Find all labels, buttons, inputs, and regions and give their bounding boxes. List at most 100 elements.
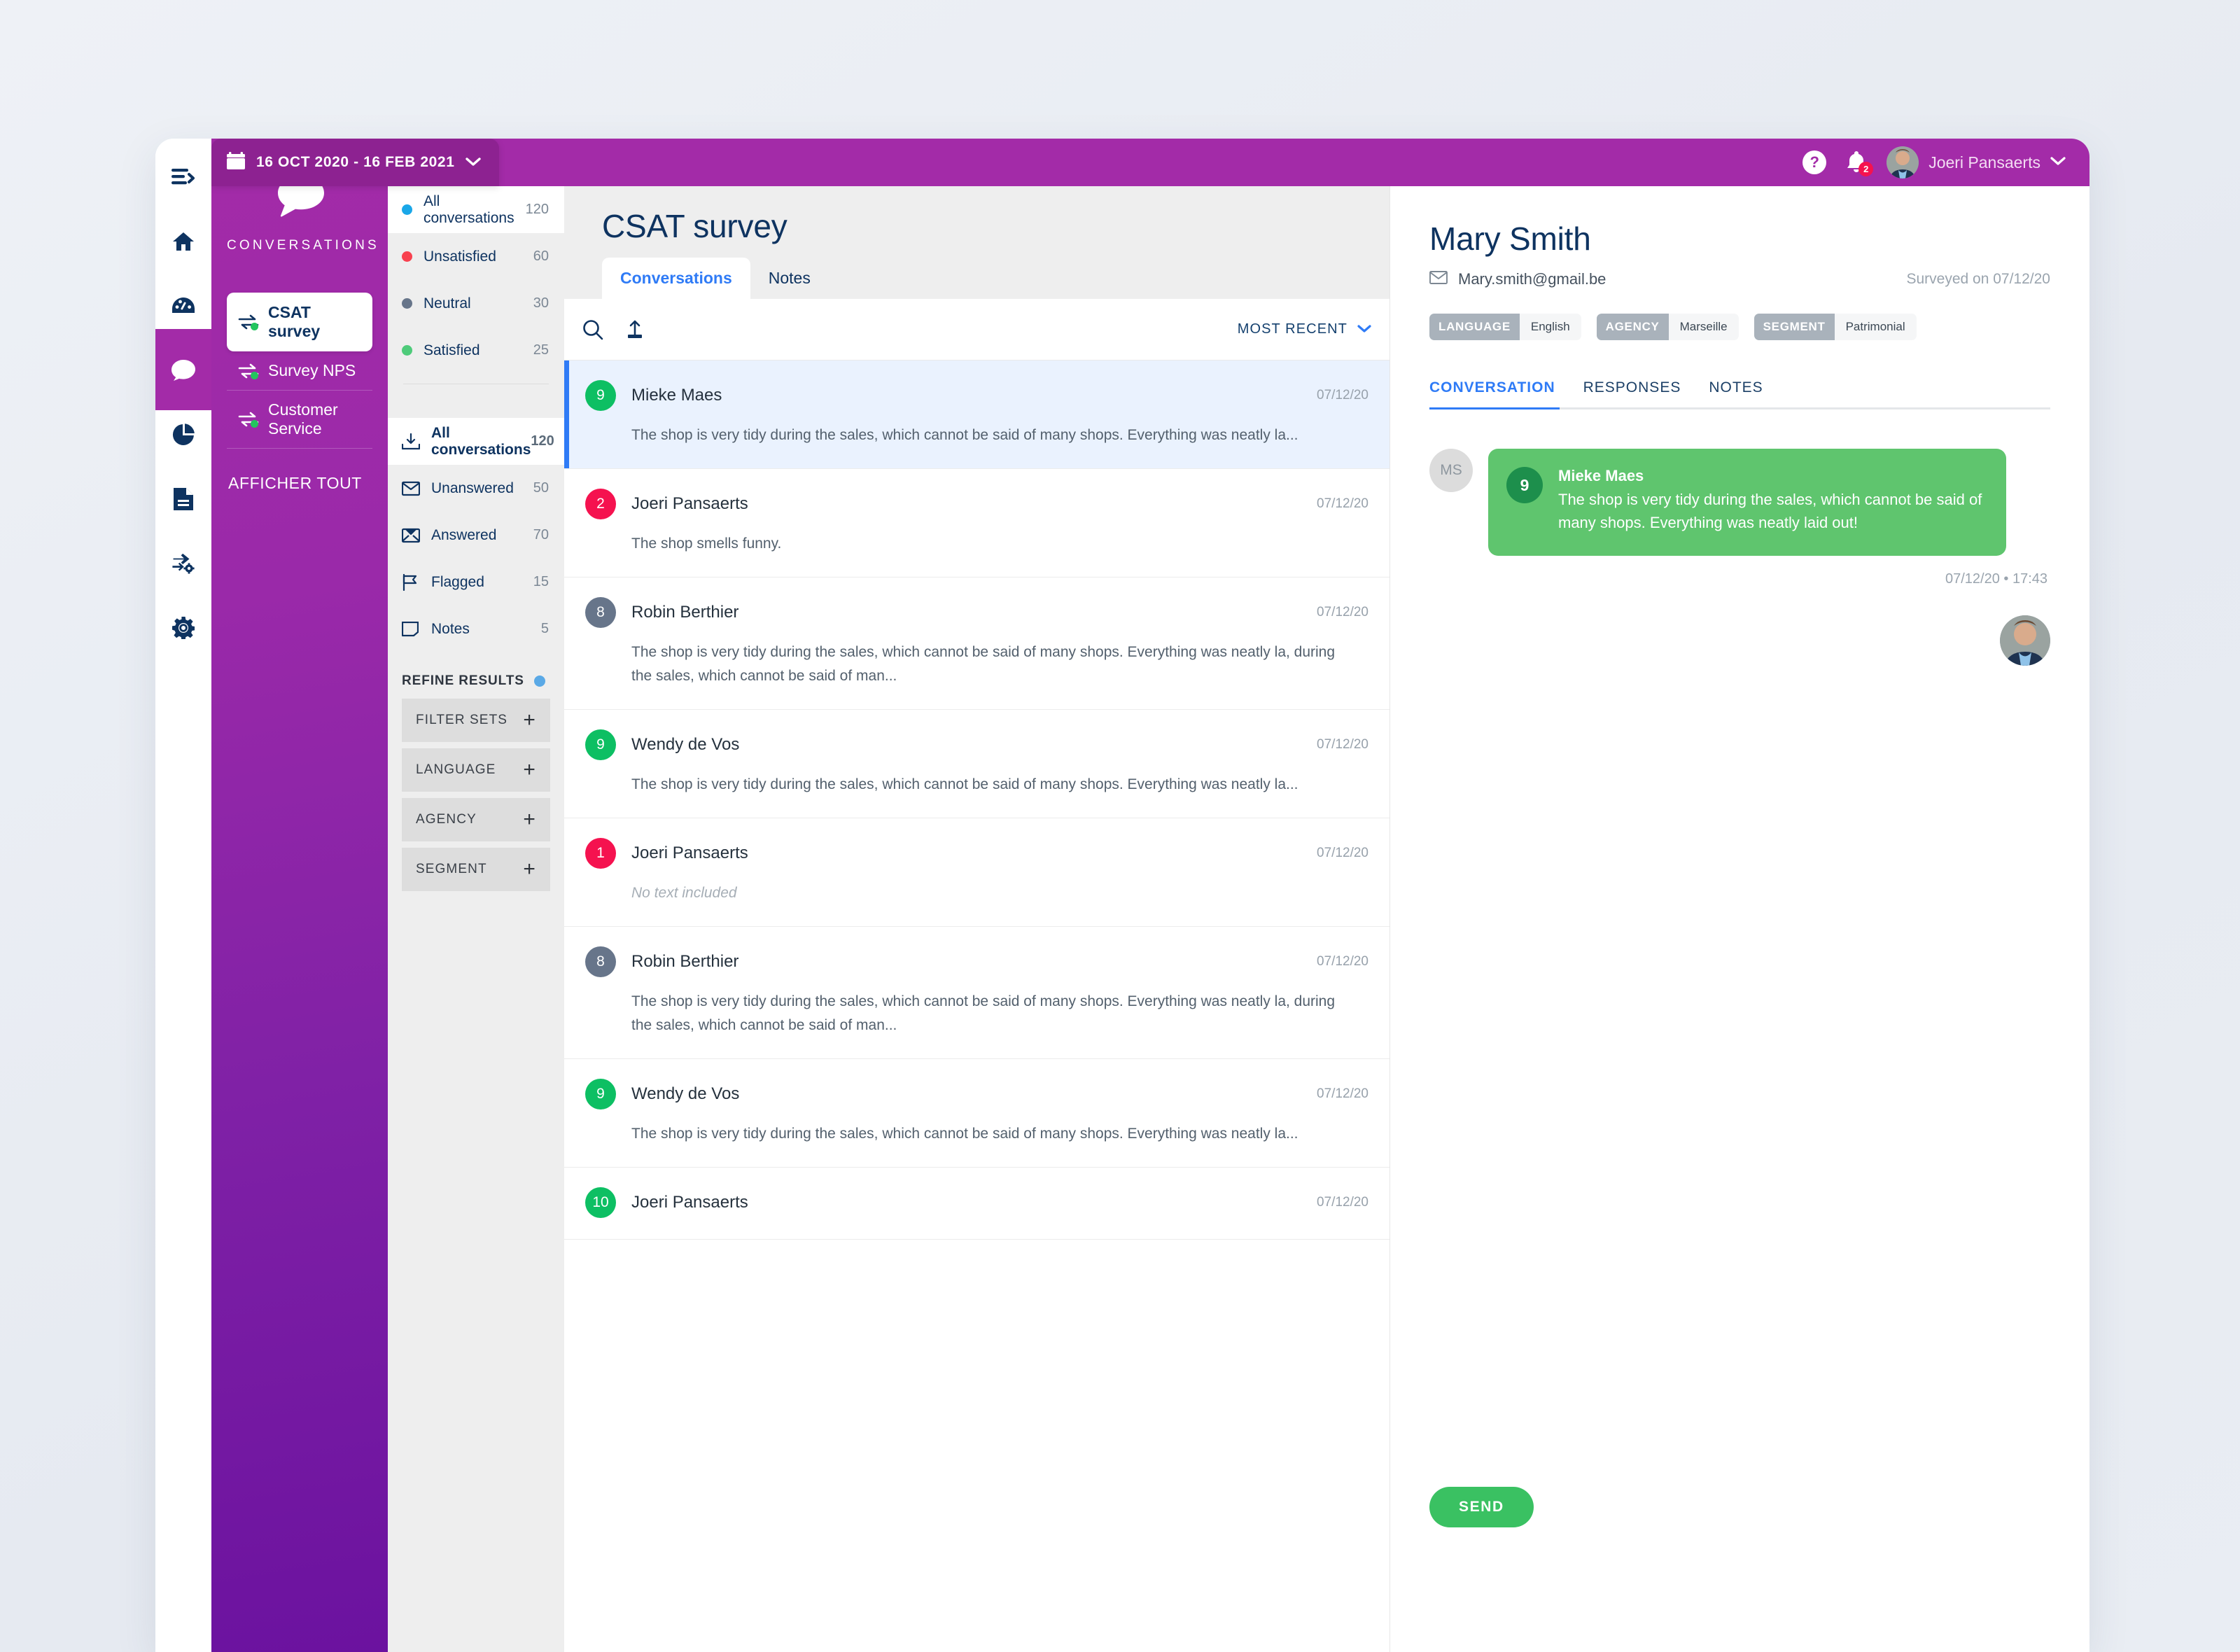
status-flagged[interactable]: Flagged 15 — [388, 559, 564, 606]
filter-label: Notes — [431, 620, 470, 637]
filter-all-conversations[interactable]: All conversations 120 — [388, 186, 564, 233]
chip-value: Marseille — [1668, 314, 1739, 340]
status-unanswered[interactable]: Unanswered 50 — [388, 465, 564, 512]
dashboard-icon[interactable] — [164, 287, 202, 325]
list-item-date: 07/12/20 — [1317, 954, 1368, 969]
tab-conversations[interactable]: Conversations — [602, 258, 750, 299]
list-item-date: 07/12/20 — [1317, 1086, 1368, 1102]
list-item[interactable]: 8 Robin Berthier 07/12/20 The shop is ve… — [564, 927, 1390, 1060]
inbox-download-icon — [402, 433, 421, 450]
filter-label: Flagged — [431, 573, 484, 590]
sidebar: CONVERSATIONS CSAT survey Survey NPS Cus… — [211, 139, 388, 1652]
accordion-filter-sets[interactable]: FILTER SETS + — [402, 699, 550, 742]
accordion-language[interactable]: LANGUAGE + — [402, 748, 550, 792]
list-item[interactable]: 8 Robin Berthier 07/12/20 The shop is ve… — [564, 578, 1390, 710]
sentiment-dot — [402, 204, 412, 215]
note-icon — [402, 621, 421, 637]
search-icon[interactable] — [582, 319, 603, 340]
tabs: Conversations Notes — [564, 258, 1390, 299]
accordion-agency[interactable]: AGENCY + — [402, 798, 550, 841]
send-button[interactable]: SEND — [1429, 1487, 1534, 1527]
plus-icon: + — [523, 858, 536, 881]
tab-underline — [1429, 407, 2050, 410]
list-item-text: No text included — [631, 885, 737, 902]
list-item-name: Joeri Pansaerts — [631, 844, 748, 863]
list-item-header: 9 Wendy de Vos 07/12/20 — [585, 1079, 1368, 1110]
plus-icon: + — [523, 758, 536, 781]
menu-expand-icon[interactable] — [164, 158, 202, 196]
filter-unsatisfied[interactable]: Unsatisfied 60 — [388, 233, 564, 280]
list-item-text: The shop is very tidy during the sales, … — [631, 1126, 1298, 1142]
accordion-label: FILTER SETS — [416, 713, 508, 727]
score-badge: 8 — [585, 946, 616, 978]
notifications-button[interactable]: 2 — [1844, 150, 1874, 176]
export-icon[interactable] — [624, 319, 645, 340]
exchange-icon — [238, 412, 259, 428]
conversations-column: CSAT survey Conversations Notes MOST REC… — [564, 186, 1390, 1652]
list-item-text: The shop is very tidy during the sales, … — [631, 644, 1336, 685]
tab-notes[interactable]: NOTES — [1709, 379, 1763, 407]
list-item-text: The shop smells funny. — [631, 536, 782, 552]
main-area: 16 OCT 2020 - 16 FEB 2021 ? 2 Joeri Pans… — [211, 139, 2090, 1652]
accordion-segment[interactable]: SEGMENT + — [402, 848, 550, 891]
status-all-conversations[interactable]: All conversations 120 — [388, 418, 564, 465]
chevron-down-icon — [1357, 321, 1371, 337]
contact-email[interactable]: Mary.smith@gmail.be — [1429, 270, 1606, 288]
detail-tabs: CONVERSATION RESPONSES NOTES — [1429, 379, 2050, 407]
reports-icon[interactable] — [164, 480, 202, 518]
list-item[interactable]: 9 Mieke Maes 07/12/20 The shop is very t… — [564, 360, 1390, 470]
chevron-down-icon — [465, 154, 482, 171]
filter-count: 5 — [540, 621, 549, 636]
filter-count: 120 — [525, 202, 549, 217]
surveyed-on: Surveyed on 07/12/20 — [1906, 271, 2051, 287]
sentiment-dot — [402, 251, 412, 262]
sort-dropdown[interactable]: MOST RECENT — [1238, 321, 1371, 337]
filter-neutral[interactable]: Neutral 30 — [388, 280, 564, 327]
list-item-name: Robin Berthier — [631, 952, 739, 972]
tab-responses[interactable]: RESPONSES — [1583, 379, 1681, 407]
list-item[interactable]: 2 Joeri Pansaerts 07/12/20 The shop smel… — [564, 469, 1390, 578]
filter-count: 25 — [533, 342, 549, 358]
status-dot — [251, 323, 258, 330]
list-item[interactable]: 9 Wendy de Vos 07/12/20 The shop is very… — [564, 1059, 1390, 1168]
date-range-picker[interactable]: 16 OCT 2020 - 16 FEB 2021 — [211, 139, 500, 186]
sentiment-filter-group: All conversations 120 Unsatisfied 60 Neu… — [388, 186, 564, 418]
list-item[interactable]: 9 Wendy de Vos 07/12/20 The shop is very… — [564, 710, 1390, 819]
filter-label: All conversations — [424, 192, 514, 226]
list-item-name: Mieke Maes — [631, 386, 722, 405]
app-window: CONVERSATIONS CSAT survey Survey NPS Cus… — [155, 139, 2090, 1652]
user-menu[interactable]: Joeri Pansaerts — [1886, 146, 2066, 178]
help-icon[interactable]: ? — [1802, 150, 1827, 174]
status-notes[interactable]: Notes 5 — [388, 606, 564, 652]
analytics-icon[interactable] — [164, 416, 202, 454]
settings-gear-icon[interactable] — [164, 609, 202, 647]
conversations-icon[interactable] — [164, 351, 202, 389]
sidebar-item-customer-service[interactable]: Customer Service — [227, 391, 372, 449]
tab-conversation[interactable]: CONVERSATION — [1429, 379, 1555, 407]
sentiment-dot — [402, 298, 412, 309]
score-badge: 9 — [585, 729, 616, 761]
list-item-date: 07/12/20 — [1317, 496, 1368, 512]
filter-label: Answered — [431, 526, 497, 543]
calendar-icon — [227, 150, 245, 174]
tab-notes[interactable]: Notes — [750, 258, 829, 299]
home-icon[interactable] — [164, 223, 202, 260]
conversations-header: CSAT survey Conversations Notes — [564, 186, 1390, 299]
filter-count: 60 — [533, 248, 549, 264]
list-item-name: Robin Berthier — [631, 603, 739, 622]
survey-settings-icon[interactable] — [164, 545, 202, 582]
show-all-link[interactable]: AFFICHER TOUT — [227, 474, 372, 493]
list-item[interactable]: 10 Joeri Pansaerts 07/12/20 — [564, 1168, 1390, 1240]
list-item-header: 8 Robin Berthier 07/12/20 — [585, 946, 1368, 978]
sidebar-item-survey-nps[interactable]: Survey NPS — [227, 351, 372, 391]
status-answered[interactable]: Answered 70 — [388, 512, 564, 559]
accordion-label: SEGMENT — [416, 862, 487, 876]
filter-satisfied[interactable]: Satisfied 25 — [388, 327, 564, 374]
filter-count: 50 — [533, 480, 549, 496]
chip-value: Patrimonial — [1834, 314, 1917, 340]
sidebar-item-csat-survey[interactable]: CSAT survey — [227, 293, 372, 351]
list-item-name: Wendy de Vos — [631, 735, 740, 755]
list-item[interactable]: 1 Joeri Pansaerts 07/12/20 No text inclu… — [564, 818, 1390, 927]
score-badge: 1 — [585, 838, 616, 869]
filter-label: Neutral — [424, 295, 471, 312]
